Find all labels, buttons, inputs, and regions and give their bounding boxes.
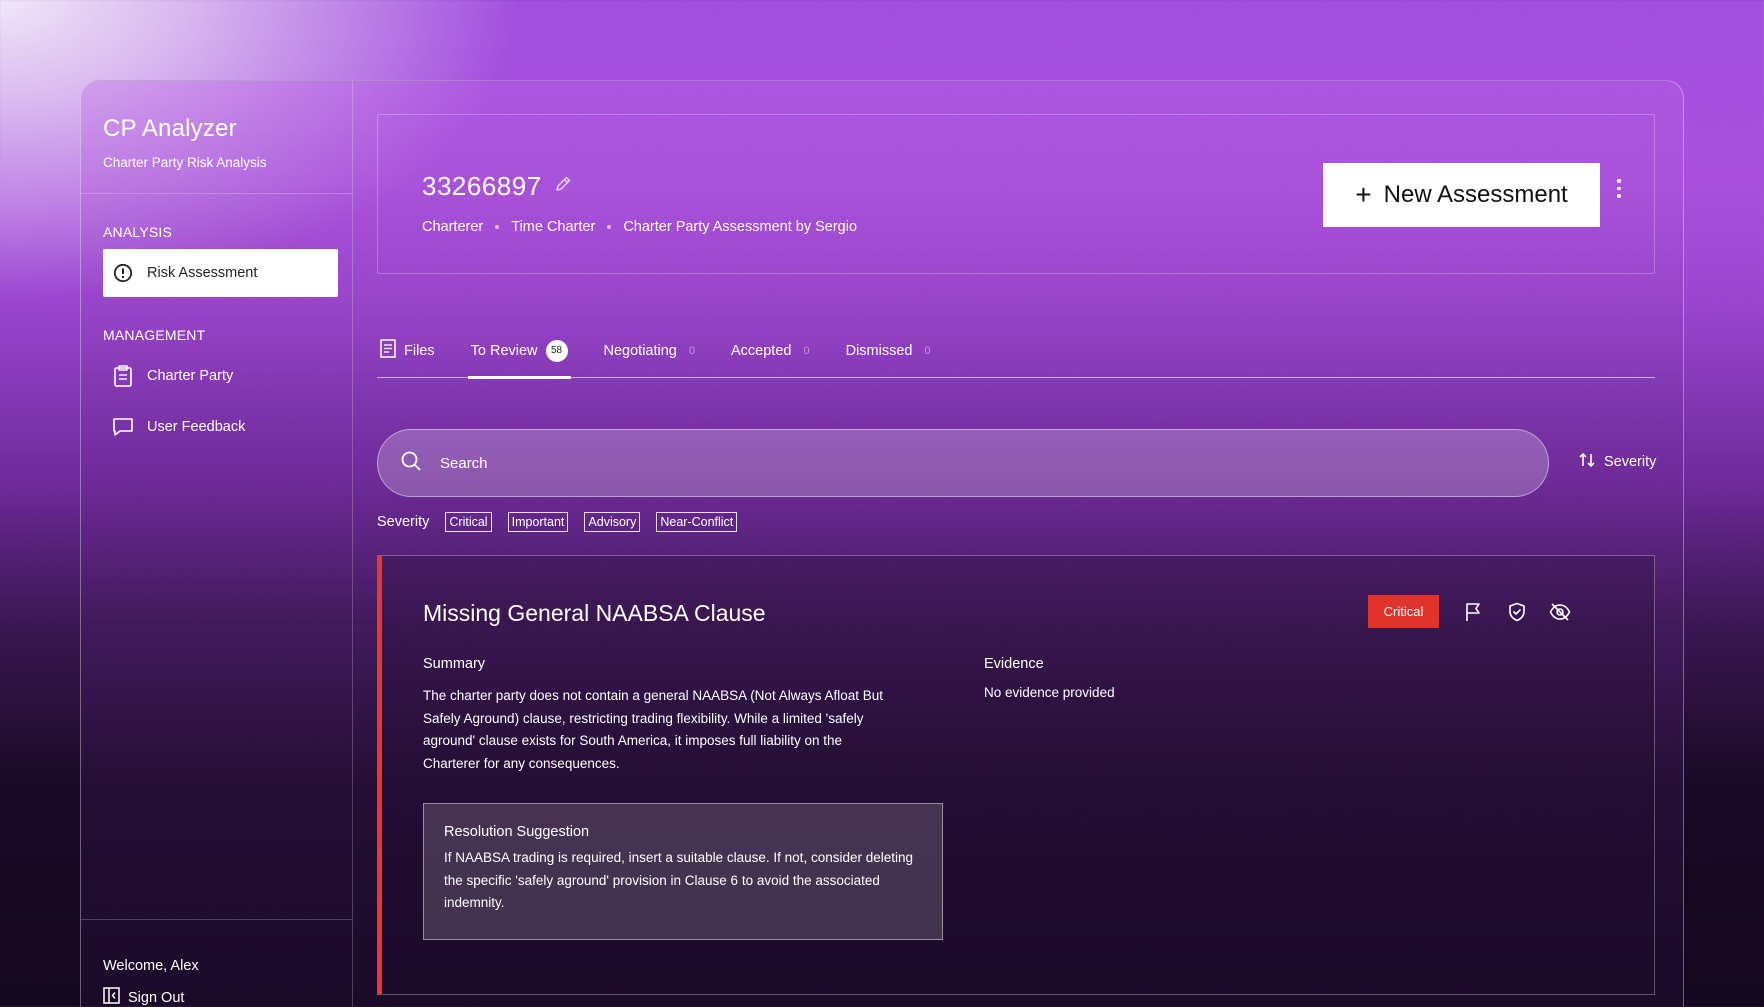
logout-icon — [103, 987, 120, 1007]
evidence-label: Evidence — [984, 656, 1044, 672]
brand: CP Analyzer Charter Party Risk Analysis — [81, 81, 352, 194]
sign-out-label: Sign Out — [128, 989, 185, 1006]
tab-accepted[interactable]: Accepted 0 — [728, 324, 813, 377]
app-window: CP Analyzer Charter Party Risk Analysis … — [80, 80, 1684, 1007]
issue-title: Missing General NAABSA Clause — [423, 600, 766, 626]
flag-icon[interactable] — [1460, 599, 1486, 625]
evidence-text: No evidence provided — [984, 685, 1115, 700]
tab-negotiating[interactable]: Negotiating 0 — [601, 324, 698, 377]
assessment-meta: Charterer Time Charter Charter Party Ass… — [422, 219, 857, 235]
count-badge: 0 — [688, 344, 695, 357]
sidebar-item-label: Charter Party — [147, 368, 234, 384]
resolution-suggestion: Resolution Suggestion If NAABSA trading … — [423, 803, 943, 940]
app-title: CP Analyzer — [103, 115, 237, 142]
sort-arrows-icon — [1578, 451, 1596, 473]
section-label-analysis: ANALYSIS — [103, 224, 173, 240]
summary-text: The charter party does not contain a gen… — [423, 688, 884, 771]
sidebar-footer: Welcome, Alex Sign Out — [81, 919, 352, 1007]
resolution-text: If NAABSA trading is required, insert a … — [444, 850, 914, 910]
clipboard-icon — [111, 364, 135, 388]
meta-description: Charter Party Assessment by Sergio — [623, 219, 858, 235]
alert-circle-icon — [111, 261, 135, 285]
message-icon — [111, 415, 135, 439]
sort-severity-button[interactable]: Severity — [1578, 451, 1656, 473]
welcome-text: Welcome, Alex — [103, 958, 199, 974]
sign-out-button[interactable]: Sign Out — [103, 987, 352, 1007]
more-options-icon[interactable] — [1612, 179, 1626, 209]
tab-label: Dismissed — [845, 342, 913, 359]
summary-label: Summary — [423, 656, 486, 672]
section-label-management: MANAGEMENT — [103, 327, 206, 343]
assessment-id: 33266897 — [422, 171, 542, 201]
eye-off-icon[interactable] — [1547, 599, 1573, 625]
count-badge: 0 — [924, 344, 931, 357]
sidebar: CP Analyzer Charter Party Risk Analysis … — [81, 81, 353, 1007]
filter-chip-important[interactable]: Important — [507, 512, 569, 532]
count-badge: 58 — [545, 339, 568, 362]
status-tabs: Files To Review 58 Negotiating 0 Accepte… — [377, 324, 1655, 379]
tab-label: To Review — [470, 342, 538, 359]
app-subtitle: Charter Party Risk Analysis — [103, 155, 267, 170]
tab-dismissed[interactable]: Dismissed 0 — [843, 324, 934, 377]
tab-files[interactable]: Files — [377, 324, 438, 377]
search-icon — [400, 450, 422, 477]
new-assessment-button[interactable]: + New Assessment — [1323, 163, 1600, 227]
resolution-title: Resolution Suggestion — [444, 824, 590, 840]
meta-charter-type: Time Charter — [511, 219, 596, 235]
document-icon — [380, 339, 396, 362]
count-badge: 0 — [803, 344, 810, 357]
search-input[interactable] — [440, 454, 1340, 472]
filter-chip-advisory[interactable]: Advisory — [584, 512, 641, 532]
sidebar-item-charter-party[interactable]: Charter Party — [103, 352, 338, 400]
meta-separator — [495, 225, 500, 229]
sort-label: Severity — [1604, 454, 1657, 470]
page-title: 33266897 — [422, 171, 572, 202]
plus-icon: + — [1355, 179, 1372, 210]
severity-filters: Severity Critical Important Advisory Nea… — [377, 512, 738, 532]
sidebar-item-label: User Feedback — [147, 419, 246, 435]
tab-label: Accepted — [731, 342, 792, 359]
tab-label: Negotiating — [603, 342, 677, 359]
tab-to-review[interactable]: To Review 58 — [467, 324, 571, 379]
edit-pencil-icon[interactable] — [554, 175, 572, 198]
tab-label: Files — [404, 342, 435, 359]
meta-role: Charterer — [422, 219, 484, 235]
filter-chip-near-conflict[interactable]: Near-Conflict — [656, 512, 738, 532]
filter-chip-critical[interactable]: Critical — [445, 512, 492, 532]
filter-label: Severity — [377, 514, 430, 530]
sidebar-item-label: Risk Assessment — [147, 265, 258, 281]
main-content: 33266897 Charterer Time Charter Charter … — [353, 81, 1683, 1007]
sidebar-item-user-feedback[interactable]: User Feedback — [103, 403, 338, 451]
shield-check-icon[interactable] — [1504, 599, 1530, 625]
meta-separator — [607, 225, 612, 229]
assessment-header: 33266897 Charterer Time Charter Charter … — [377, 114, 1655, 274]
new-assessment-label: New Assessment — [1383, 181, 1568, 208]
issue-card: Missing General NAABSA Clause Critical S… — [377, 555, 1655, 995]
search-bar — [377, 429, 1549, 497]
sidebar-item-risk-assessment[interactable]: Risk Assessment — [103, 249, 338, 297]
severity-badge: Critical — [1368, 595, 1439, 628]
